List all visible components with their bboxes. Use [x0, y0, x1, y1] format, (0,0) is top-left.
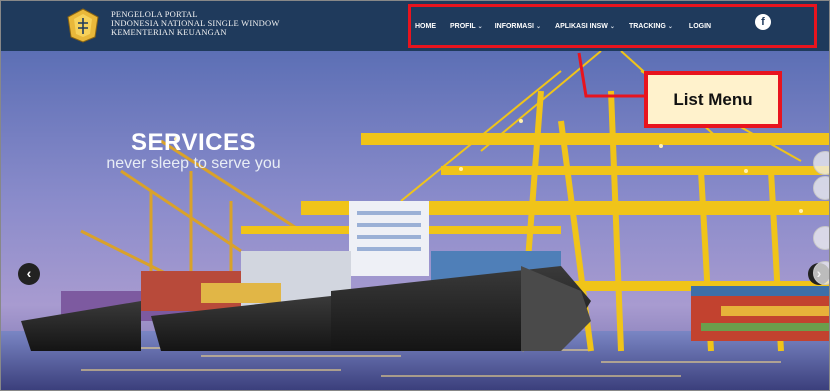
callout-label: List Menu	[673, 89, 753, 109]
annotation-callout: List Menu	[644, 71, 782, 128]
page-frame: SERVICES never sleep to serve you ‹ › PE…	[0, 0, 830, 391]
annotation-connector	[577, 52, 644, 98]
